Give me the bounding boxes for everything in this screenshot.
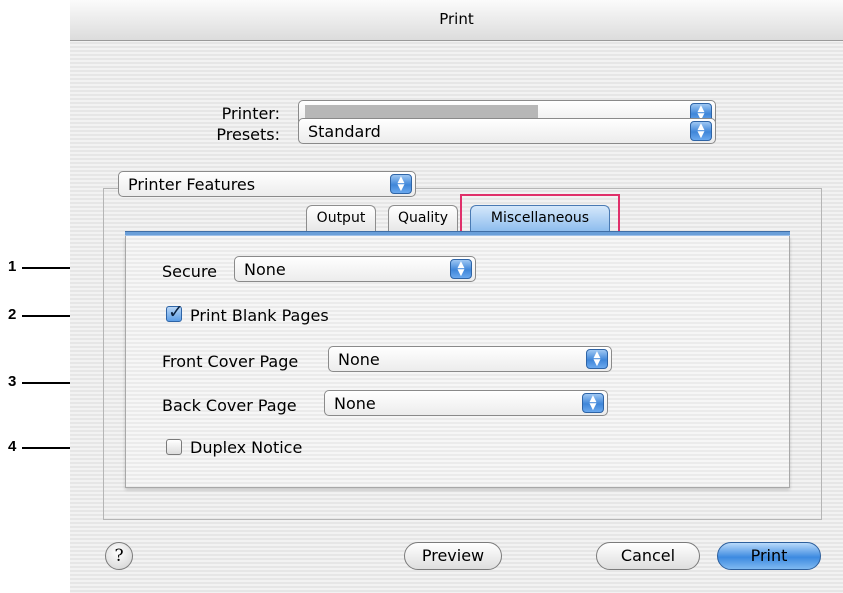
back-cover-popup[interactable]: None ▲ ▼ xyxy=(324,390,608,416)
popup-arrows-icon: ▲ ▼ xyxy=(450,259,472,279)
print-button[interactable]: Print xyxy=(717,542,821,570)
title-bar: Print xyxy=(70,0,843,41)
front-cover-popup[interactable]: None ▲ ▼ xyxy=(328,346,612,372)
popup-arrows-icon: ▲ ▼ xyxy=(690,121,712,141)
print-blank-pages-label: Print Blank Pages xyxy=(190,306,329,325)
front-cover-label: Front Cover Page xyxy=(162,352,299,371)
back-cover-value: None xyxy=(334,394,376,413)
duplex-notice-label: Duplex Notice xyxy=(190,438,303,457)
presets-label: Presets: xyxy=(216,125,280,144)
print-dialog: Print Printer: ▲ ▼ Presets: Standard ▲ ▼ P… xyxy=(70,0,843,593)
panel-select-value: Printer Features xyxy=(128,175,256,194)
back-cover-label: Back Cover Page xyxy=(162,396,297,415)
print-blank-pages-checkbox[interactable]: ✓ xyxy=(166,301,184,323)
secure-value: None xyxy=(244,260,286,279)
cancel-button[interactable]: Cancel xyxy=(596,542,700,570)
presets-popup[interactable]: Standard ▲ ▼ xyxy=(298,118,716,144)
panel-select-popup[interactable]: Printer Features ▲ ▼ xyxy=(118,171,416,197)
popup-arrows-icon: ▲ ▼ xyxy=(390,174,412,194)
secure-label: Secure xyxy=(162,262,218,281)
callout-3: 3 xyxy=(8,373,17,390)
callout-1: 1 xyxy=(8,258,17,275)
callout-4: 4 xyxy=(8,438,17,455)
popup-arrows-icon: ▲ ▼ xyxy=(582,393,604,413)
tab-output[interactable]: Output xyxy=(306,205,376,231)
duplex-notice-checkbox[interactable] xyxy=(166,439,182,455)
checkmark-icon: ✓ xyxy=(168,301,184,323)
presets-value: Standard xyxy=(308,122,381,141)
secure-popup[interactable]: None ▲ ▼ xyxy=(234,256,476,282)
callout-2: 2 xyxy=(8,306,17,323)
popup-arrows-icon: ▲ ▼ xyxy=(586,349,608,369)
tab-quality[interactable]: Quality xyxy=(388,205,458,231)
preview-button[interactable]: Preview xyxy=(404,542,502,570)
printer-label: Printer: xyxy=(221,104,280,123)
help-button[interactable]: ? xyxy=(105,542,133,570)
window-title: Print xyxy=(439,10,474,28)
front-cover-value: None xyxy=(338,350,380,369)
